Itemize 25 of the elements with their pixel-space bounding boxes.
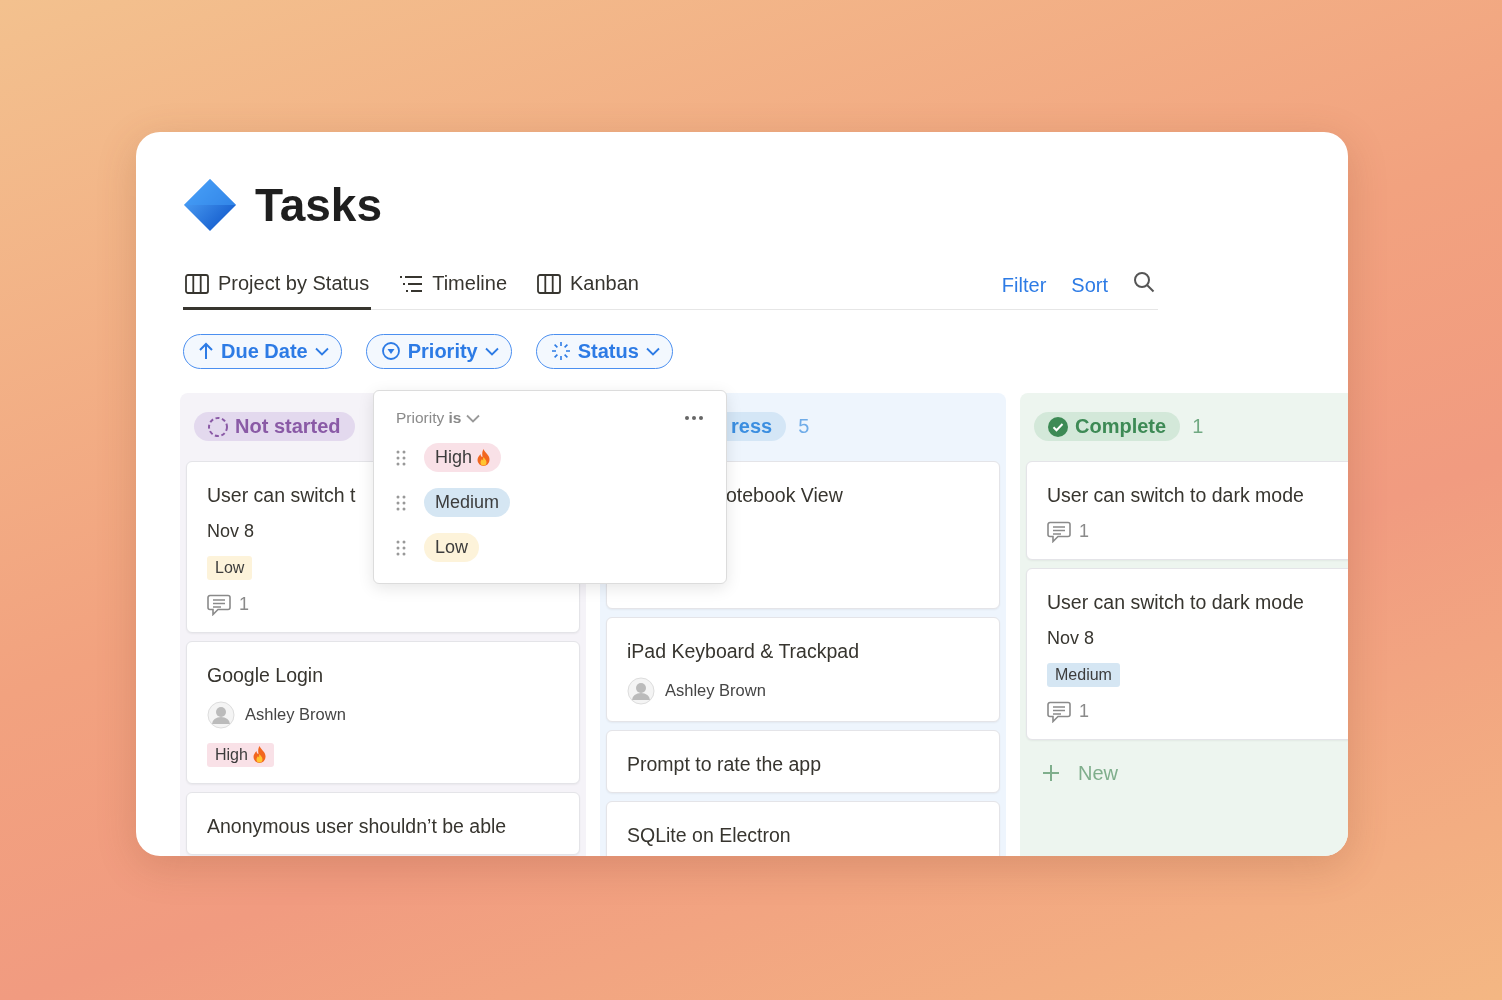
- card-title: User can switch to dark mode: [1047, 590, 1304, 614]
- card-title: User can switch to dark mode: [1047, 483, 1304, 507]
- status-label: Complete: [1075, 415, 1167, 438]
- due-date: Nov 8: [1047, 627, 1095, 649]
- card-title: iPad Keyboard & Trackpad: [627, 639, 859, 663]
- assignee-name: Ashley Brown: [665, 681, 766, 700]
- comment-count: 1: [1079, 701, 1089, 722]
- due-date: Nov 8: [207, 520, 255, 542]
- assignee-name: Ashley Brown: [245, 705, 346, 724]
- card-count: 5: [798, 415, 810, 438]
- page-title: Tasks: [255, 178, 383, 232]
- card-title: Anonymous user shouldn’t be able: [207, 814, 507, 838]
- priority-tag: Medium: [1047, 662, 1120, 687]
- card-title: Google Login: [207, 663, 323, 687]
- card-count: 1: [1192, 415, 1204, 438]
- priority-tag: Low: [207, 555, 253, 580]
- status-label: ress: [731, 415, 773, 438]
- card-title: User can switch t: [207, 483, 356, 507]
- card-title: Prompt to rate the app: [627, 752, 822, 776]
- card-title: SQLite on Electron: [627, 823, 791, 847]
- comment-count: 1: [1079, 521, 1089, 542]
- comment-count: 1: [239, 594, 249, 615]
- status-label: Not started: [235, 415, 341, 438]
- card-title: otebook View: [726, 483, 843, 507]
- priority-tag: High: [207, 742, 274, 767]
